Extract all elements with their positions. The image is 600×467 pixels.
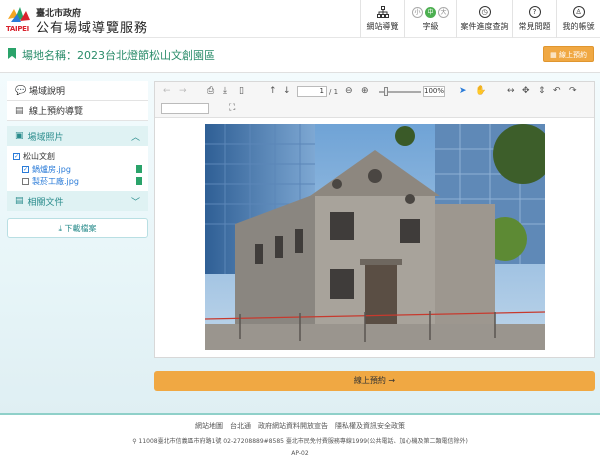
pdf-icon[interactable]: ▯: [239, 85, 244, 97]
docs-section-label: 相關文件: [27, 197, 64, 208]
chevron-down-icon: ﹀: [130, 197, 140, 208]
title-row: 場地名稱：2023台北燈節松山文創園區 ▦ 線上預約: [0, 42, 600, 68]
viewer-toolbar: ← → ⎙ ⤓ ▯ ↑ ↓ 1 / 1 ⊖ ⊕ 100% ➤ ✋ ↔ ✥ ⇕ ↶…: [155, 82, 594, 118]
online-booking-cta-label: 線上預約 →: [353, 376, 396, 385]
back-arrow-icon[interactable]: ←: [163, 85, 171, 97]
file-icon: ▤: [15, 105, 24, 116]
photos-section-label: 場域照片: [27, 132, 64, 143]
file-download-icon[interactable]: [136, 177, 142, 185]
fit-page-icon[interactable]: ✥: [522, 85, 530, 97]
page-up-icon[interactable]: ↑: [269, 85, 277, 97]
online-booking-cta[interactable]: 線上預約 →: [154, 371, 595, 391]
fullscreen-icon[interactable]: ⛶: [229, 102, 235, 114]
photos-section-body: ✓ 松山文創 ✓ 鍋爐房.jpg 製菸工廠.jpg: [7, 146, 148, 191]
file-name[interactable]: 鍋爐房.jpg: [32, 164, 71, 175]
nav-font-size-label: 字級: [422, 21, 439, 31]
zoom-in-icon[interactable]: ⊕: [361, 85, 369, 97]
taipei-logo[interactable]: TAIPEI: [6, 5, 32, 33]
footer-link-privacy[interactable]: 隱私權及資訊安全政策: [335, 421, 405, 431]
file-checkbox[interactable]: [22, 177, 29, 185]
venue-checkbox-row[interactable]: ✓ 松山文創: [13, 149, 142, 163]
building-image: [205, 124, 545, 350]
fit-height-icon[interactable]: ⇕: [538, 85, 546, 97]
file-download-icon[interactable]: [136, 165, 142, 173]
nav-case-progress-label: 案件進度查詢: [460, 22, 509, 31]
page-number-value: 1: [319, 87, 324, 95]
page-total: / 1: [329, 88, 339, 96]
footer-link-sitemap[interactable]: 網站地圖: [195, 421, 223, 431]
rotate-left-icon[interactable]: ↶: [553, 85, 561, 97]
file-name[interactable]: 製菸工廠.jpg: [32, 176, 79, 187]
forward-arrow-icon[interactable]: →: [179, 85, 187, 97]
question-icon: ?: [528, 6, 541, 18]
online-booking-button[interactable]: ▦ 線上預約: [543, 46, 594, 62]
user-icon: ♙: [572, 6, 585, 18]
document-icon: ▤: [15, 196, 24, 206]
footer-divider: [0, 413, 600, 415]
footer-link-open-data[interactable]: 政府網站資料開放宣告: [258, 421, 328, 431]
hand-icon[interactable]: ✋: [475, 85, 486, 97]
comment-icon: 💬: [15, 85, 27, 96]
download-button[interactable]: ⤓ 下載檔案: [7, 218, 148, 238]
footer-address-text: 11008臺北市信義區市府路1號 02-27208889#8585 臺北市民免付…: [138, 438, 468, 445]
site-footer: 網站地圖 台北通 政府網站資料開放宣告 隱私權及資訊安全政策 ⚲ 11008臺北…: [0, 416, 600, 467]
download-button-label: 下載檔案: [64, 224, 97, 233]
image-icon: ▣: [15, 131, 24, 141]
save-icon[interactable]: ⤓: [223, 85, 227, 97]
file-row[interactable]: 製菸工廠.jpg: [13, 175, 142, 187]
file-row[interactable]: ✓ 鍋爐房.jpg: [13, 163, 142, 175]
footer-links: 網站地圖 台北通 政府網站資料開放宣告 隱私權及資訊安全政策: [0, 421, 600, 431]
bookmark-icon: [8, 48, 16, 59]
page-title: 場地名稱：2023台北燈節松山文創園區: [22, 49, 215, 62]
sidebar-item-venue-info[interactable]: 💬 場域說明: [7, 81, 148, 101]
site-header: TAIPEI 臺北市政府 公有場域導覽服務 網站導覽 小 中 大 字級 ◷ 案件…: [0, 0, 600, 38]
sidebar-item-label: 線上預約導覽: [29, 107, 84, 117]
image-viewer: ← → ⎙ ⤓ ▯ ↑ ↓ 1 / 1 ⊖ ⊕ 100% ➤ ✋ ↔ ✥ ⇕ ↶…: [154, 81, 595, 358]
calendar-icon: ▦: [550, 51, 559, 59]
nav-sitemap[interactable]: 網站導覽: [360, 0, 404, 38]
zoom-slider-handle[interactable]: [384, 87, 388, 96]
docs-section-header[interactable]: ▤ 相關文件 ﹀: [7, 191, 148, 211]
logo-text: TAIPEI: [6, 25, 29, 33]
sitemap-icon: [376, 6, 389, 18]
page-down-icon[interactable]: ↓: [283, 85, 291, 97]
file-checkbox[interactable]: ✓: [22, 165, 29, 173]
sidebar: 💬 場域說明 ▤ 線上預約導覽 ▣ 場域照片 ︿ ✓ 松山文創 ✓ 鍋爐房.jp…: [7, 81, 148, 238]
fit-width-icon[interactable]: ↔: [507, 85, 515, 97]
footer-link-taipei-pass[interactable]: 台北通: [230, 421, 251, 431]
sidebar-item-online-tour[interactable]: ▤ 線上預約導覽: [7, 101, 148, 121]
header-nav: 網站導覽 小 中 大 字級 ◷ 案件進度查詢 ? 常見問題 ♙ 我的帳號: [360, 0, 600, 38]
footer-address: ⚲ 11008臺北市信義區市府路1號 02-27208889#8585 臺北市民…: [0, 436, 600, 445]
nav-account-label: 我的帳號: [562, 22, 595, 31]
page-number-input[interactable]: 1: [297, 86, 327, 97]
clock-icon: ◷: [478, 6, 491, 18]
venue-checkbox[interactable]: ✓: [13, 152, 20, 160]
site-name[interactable]: 公有場域導覽服務: [36, 17, 148, 36]
zoom-level-value: 100%: [424, 87, 445, 95]
rotate-right-icon[interactable]: ↷: [569, 85, 577, 97]
font-size-large[interactable]: 大: [438, 6, 449, 18]
zoom-out-icon[interactable]: ⊖: [345, 85, 353, 97]
select-cursor-icon[interactable]: ➤: [459, 85, 467, 97]
find-input[interactable]: [161, 103, 209, 114]
taipei-logo-icon: [8, 7, 30, 22]
nav-sitemap-label: 網站導覽: [366, 22, 399, 31]
font-size-small[interactable]: 小: [412, 6, 423, 18]
font-size-medium[interactable]: 中: [425, 6, 436, 18]
nav-font-size: 小 中 大 字級: [404, 0, 456, 38]
zoom-level-input[interactable]: 100%: [423, 86, 445, 97]
venue-photo: [205, 124, 545, 350]
sidebar-item-label: 場域說明: [29, 87, 66, 97]
online-booking-label: 線上預約: [559, 51, 587, 59]
photos-section-header[interactable]: ▣ 場域照片 ︿: [7, 126, 148, 146]
venue-label: 松山文創: [23, 151, 55, 161]
font-size-options: 小 中 大: [412, 6, 449, 18]
nav-faq-label: 常見問題: [518, 22, 551, 31]
footer-code: AP-02: [291, 450, 309, 457]
nav-faq[interactable]: ? 常見問題: [512, 0, 556, 38]
chevron-up-icon: ︿: [130, 132, 140, 143]
nav-case-progress[interactable]: ◷ 案件進度查詢: [456, 0, 512, 38]
nav-account[interactable]: ♙ 我的帳號: [556, 0, 600, 38]
print-icon[interactable]: ⎙: [207, 85, 214, 97]
